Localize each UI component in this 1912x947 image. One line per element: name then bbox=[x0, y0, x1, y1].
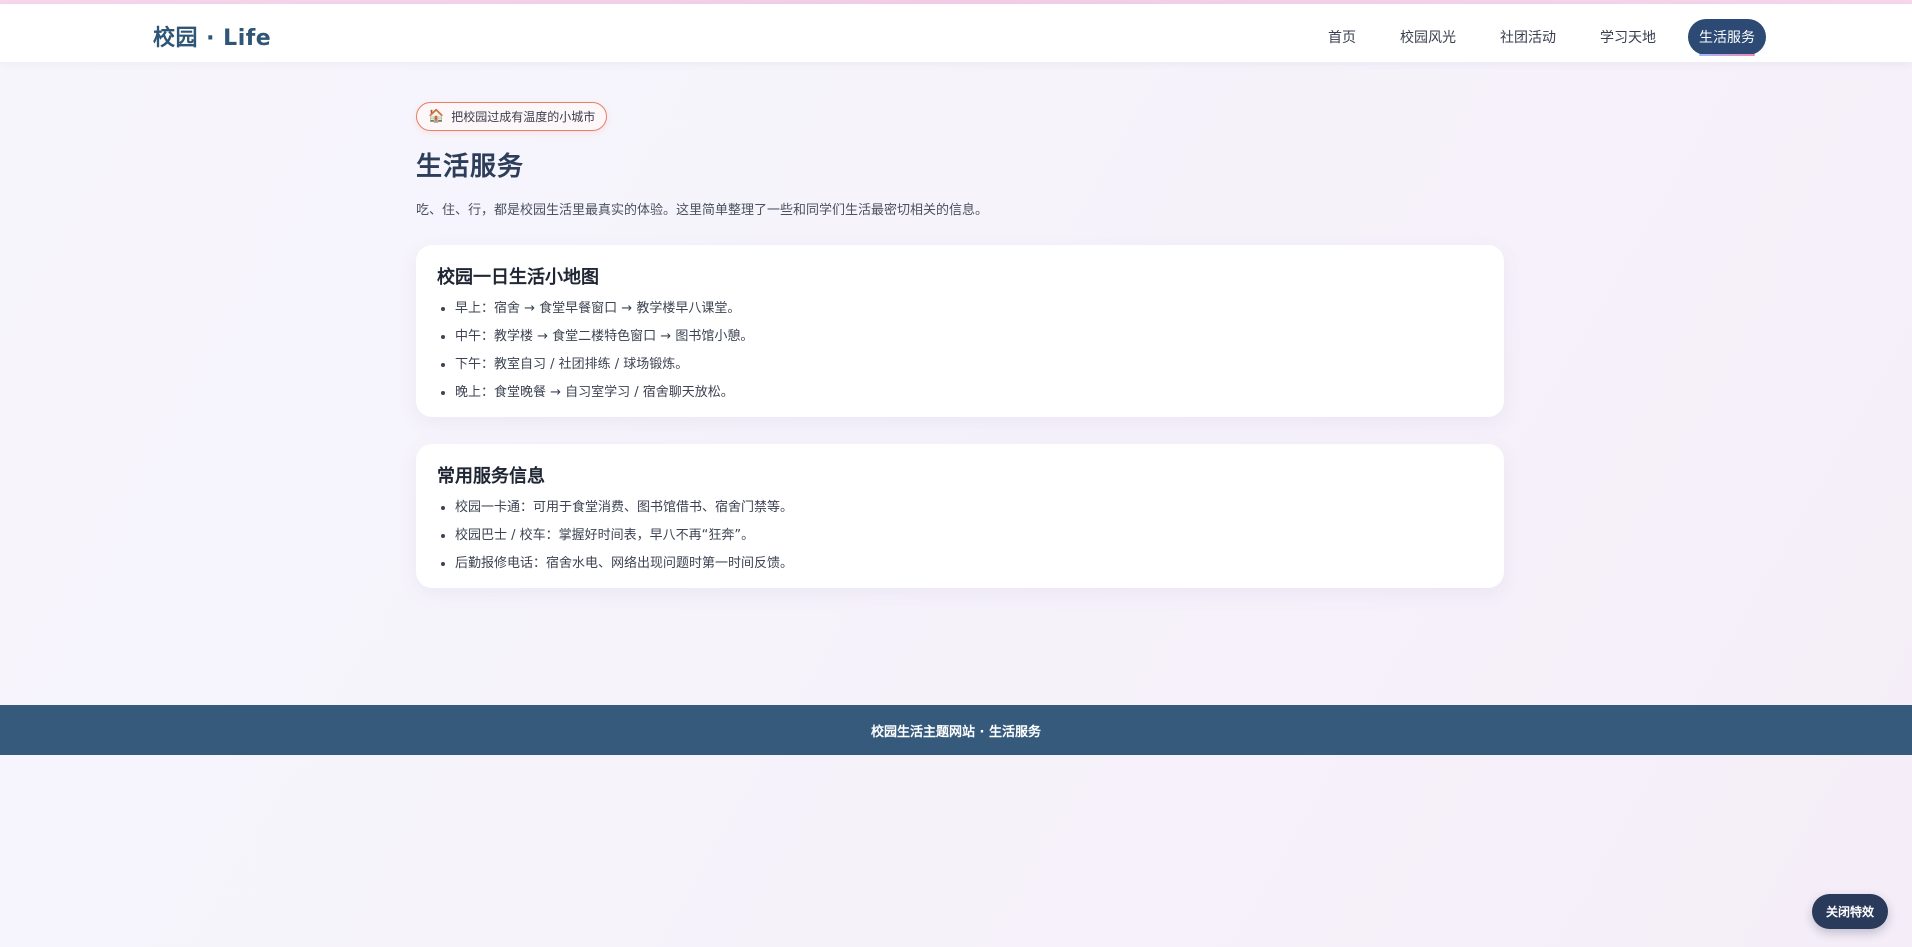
nav-item-home[interactable]: 首页 bbox=[1316, 19, 1368, 55]
nav-item-campus-scenery[interactable]: 校园风光 bbox=[1388, 19, 1468, 55]
daily-map-list: 早上：宿舍 → 食堂早餐窗口 → 教学楼早八课堂。 中午：教学楼 → 食堂二楼特… bbox=[437, 295, 1484, 407]
page-title: 生活服务 bbox=[416, 152, 525, 182]
services-info-list: 校园一卡通：可用于食堂消费、图书馆借书、宿舍门禁等。 校园巴士 / 校车：掌握好… bbox=[437, 494, 1484, 578]
daily-map-card: 校园一日生活小地图 早上：宿舍 → 食堂早餐窗口 → 教学楼早八课堂。 中午：教… bbox=[416, 245, 1504, 417]
list-item: 早上：宿舍 → 食堂早餐窗口 → 教学楼早八课堂。 bbox=[455, 295, 1484, 323]
site-footer: 校园生活主题网站 · 生活服务 bbox=[0, 705, 1912, 755]
list-item: 校园一卡通：可用于食堂消费、图书馆借书、宿舍门禁等。 bbox=[455, 494, 1484, 522]
tagline-text: 把校园过成有温度的小城市 bbox=[451, 110, 596, 124]
main-content: 🏠 把校园过成有温度的小城市 生活服务 吃、住、行，都是校园生活里最真实的体验。… bbox=[416, 102, 1504, 588]
list-item: 后勤报修电话：宿舍水电、网络出现问题时第一时间反馈。 bbox=[455, 550, 1484, 578]
toggle-effects-button[interactable]: 关闭特效 bbox=[1811, 894, 1888, 929]
list-item: 校园巴士 / 校车：掌握好时间表，早八不再“狂奔”。 bbox=[455, 522, 1484, 550]
nav-item-club-activities[interactable]: 社团活动 bbox=[1488, 19, 1568, 55]
site-logo[interactable]: 校园 · Life bbox=[153, 20, 271, 52]
card-title: 校园一日生活小地图 bbox=[437, 267, 599, 288]
services-info-card: 常用服务信息 校园一卡通：可用于食堂消费、图书馆借书、宿舍门禁等。 校园巴士 /… bbox=[416, 444, 1504, 588]
footer-text: 校园生活主题网站 · 生活服务 bbox=[871, 724, 1041, 740]
list-item: 下午：教室自习 / 社团排练 / 球场锻炼。 bbox=[455, 351, 1484, 379]
house-icon: 🏠 bbox=[428, 109, 445, 124]
nav-item-life-services[interactable]: 生活服务 bbox=[1688, 19, 1766, 56]
site-header: 校园 · Life 首页 校园风光 社团活动 学习天地 生活服务 bbox=[0, 4, 1912, 62]
list-item: 晚上：食堂晚餐 → 自习室学习 / 宿舍聊天放松。 bbox=[455, 379, 1484, 407]
main-nav: 首页 校园风光 社团活动 学习天地 生活服务 bbox=[1316, 19, 1766, 56]
tagline-badge: 🏠 把校园过成有温度的小城市 bbox=[416, 102, 608, 131]
nav-item-study[interactable]: 学习天地 bbox=[1588, 19, 1668, 55]
card-title: 常用服务信息 bbox=[437, 466, 545, 487]
list-item: 中午：教学楼 → 食堂二楼特色窗口 → 图书馆小憩。 bbox=[455, 323, 1484, 351]
page-intro: 吃、住、行，都是校园生活里最真实的体验。这里简单整理了一些和同学们生活最密切相关… bbox=[416, 203, 989, 218]
